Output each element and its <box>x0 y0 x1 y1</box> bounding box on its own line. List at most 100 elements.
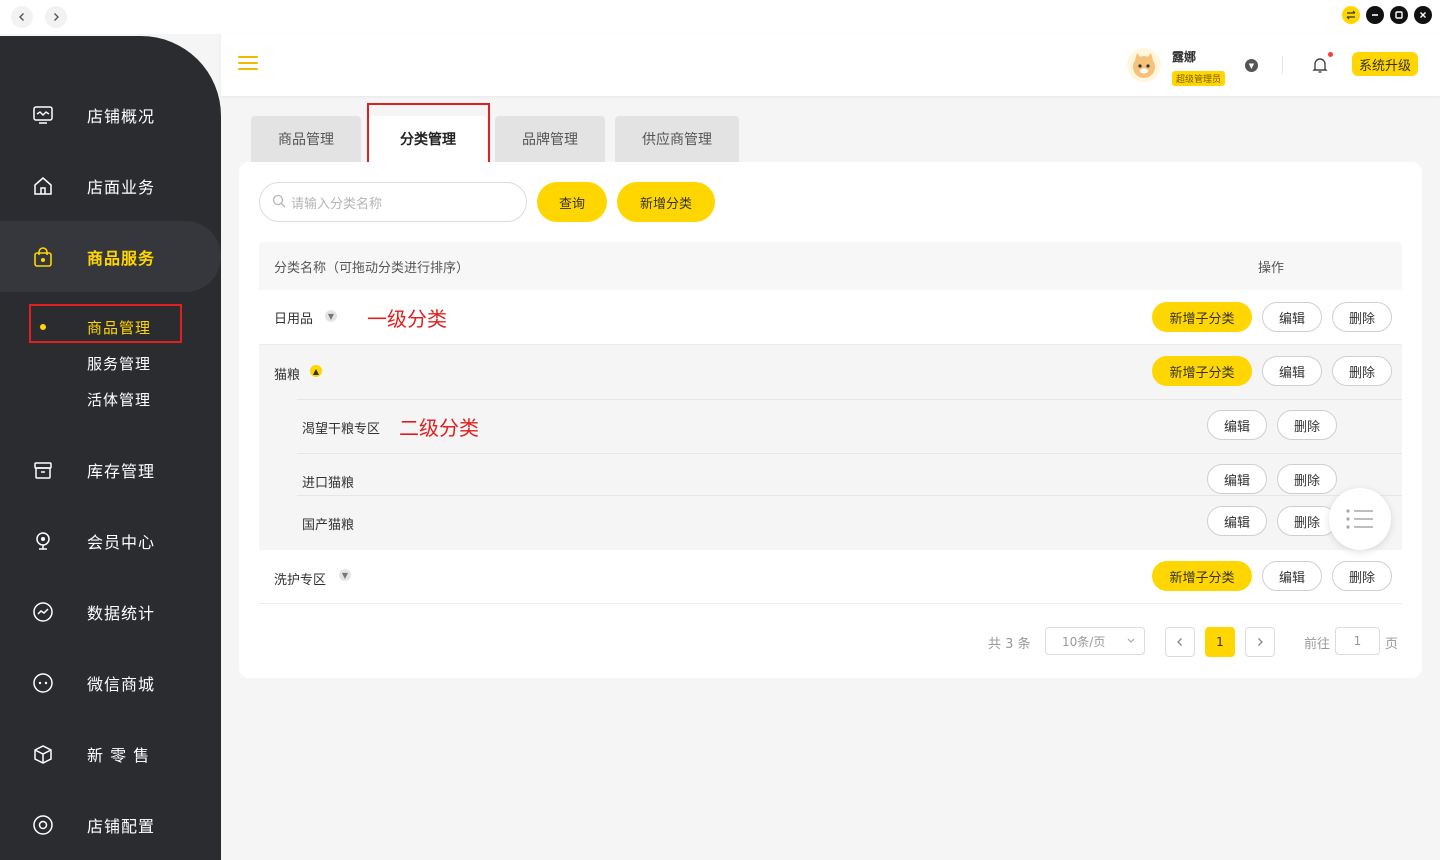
dashboard-icon <box>30 102 56 128</box>
subcategory-name: 进口猫粮 <box>302 476 355 491</box>
tab-label: 商品管理 <box>278 132 334 148</box>
swap-icon <box>1346 10 1356 20</box>
chevron-down-icon[interactable]: ▼ <box>339 569 351 581</box>
maximize-icon <box>1395 11 1403 19</box>
avatar[interactable] <box>1127 48 1161 82</box>
role-badge: 超级管理员 <box>1172 71 1226 86</box>
sidebar-subitem-live-manage[interactable]: 活体管理 <box>87 389 151 410</box>
sidebar: 店铺概况 店面业务 商品服务 商品管理 服务管理 活体管理 库存管理 会员中心 … <box>0 36 221 860</box>
column-action-header: 操作 <box>1258 261 1285 276</box>
box-icon <box>30 741 56 767</box>
chevron-down-icon[interactable]: ▼ <box>325 310 337 322</box>
sidebar-item-label: 商品服务 <box>87 248 156 268</box>
chevron-down-icon[interactable]: ▼ <box>1245 59 1258 72</box>
divider <box>1282 56 1283 74</box>
chevron-left-icon <box>1177 638 1182 646</box>
sidebar-item-store-business[interactable]: 店面业务 <box>0 150 221 221</box>
edit-button[interactable]: 编辑 <box>1207 410 1267 440</box>
header: 露娜 超级管理员 ▼ 系统升级 <box>221 34 1440 96</box>
sidebar-item-product-service[interactable]: 商品服务 <box>0 221 221 292</box>
chart-icon <box>30 599 56 625</box>
chevron-right-icon <box>1258 638 1263 646</box>
chevron-up-icon[interactable]: ▲ <box>310 365 322 377</box>
edit-button[interactable]: 编辑 <box>1207 464 1267 494</box>
delete-button[interactable]: 删除 <box>1277 464 1337 494</box>
sidebar-item-wechat-mall[interactable]: 微信商城 <box>0 647 221 718</box>
sidebar-item-label: 店面业务 <box>87 177 156 197</box>
highlight-box <box>29 304 182 343</box>
divider <box>297 495 1402 496</box>
tab-product-manage[interactable]: 商品管理 <box>251 116 361 162</box>
close-icon <box>1420 12 1426 18</box>
page-size-select[interactable]: 10条/页 <box>1045 627 1145 655</box>
delete-button[interactable]: 删除 <box>1332 356 1392 386</box>
query-button[interactable]: 查询 <box>537 182 607 222</box>
back-button[interactable] <box>11 6 33 28</box>
prev-page-button[interactable] <box>1165 627 1195 657</box>
bell-icon[interactable] <box>1312 56 1328 74</box>
chevron-right-icon <box>54 13 59 21</box>
sidebar-item-inventory[interactable]: 库存管理 <box>0 434 221 505</box>
edit-button[interactable]: 编辑 <box>1262 356 1322 386</box>
add-subcategory-button[interactable]: 新增子分类 <box>1152 561 1252 591</box>
swap-button[interactable] <box>1342 6 1360 24</box>
search-input[interactable]: 请输入分类名称 <box>259 182 527 222</box>
notification-dot <box>1328 52 1333 57</box>
chevron-down-icon <box>1126 634 1136 648</box>
forward-button[interactable] <box>45 6 67 28</box>
delete-button[interactable]: 删除 <box>1277 410 1337 440</box>
sidebar-item-statistics[interactable]: 数据统计 <box>0 576 221 647</box>
page-unit-label: 页 <box>1385 637 1399 652</box>
page-size-value: 10条/页 <box>1062 634 1106 649</box>
sidebar-item-store-config[interactable]: 店铺配置 <box>0 789 221 860</box>
maximize-button[interactable] <box>1390 6 1408 24</box>
sidebar-item-label: 微信商城 <box>87 674 156 694</box>
sidebar-item-member-center[interactable]: 会员中心 <box>0 505 221 576</box>
page-number-button[interactable]: 1 <box>1205 627 1235 657</box>
sidebar-item-label: 数据统计 <box>87 603 156 623</box>
minimize-button[interactable] <box>1366 6 1384 24</box>
next-page-button[interactable] <box>1245 627 1275 657</box>
category-name: 猫粮 <box>274 368 301 383</box>
search-placeholder: 请输入分类名称 <box>291 196 383 212</box>
list-float-button[interactable] <box>1329 488 1391 550</box>
table-row[interactable]: 洗护专区 ▼ 新增子分类 编辑 删除 <box>259 550 1402 604</box>
annotation-level1: 一级分类 <box>367 307 447 331</box>
add-subcategory-button[interactable]: 新增子分类 <box>1152 302 1252 332</box>
close-button[interactable] <box>1414 6 1432 24</box>
add-subcategory-button[interactable]: 新增子分类 <box>1152 356 1252 386</box>
table-row[interactable]: 日用品 ▼ 一级分类 新增子分类 编辑 删除 <box>259 290 1402 345</box>
user-name: 露娜 <box>1172 50 1197 64</box>
table-row-expanded: 猫粮 ▲ 新增子分类 编辑 删除 渴望干粮专区 二级分类 编辑 删除 进口猫粮 … <box>259 345 1402 550</box>
upgrade-button[interactable]: 系统升级 <box>1352 52 1419 76</box>
edit-button[interactable]: 编辑 <box>1262 561 1322 591</box>
pagination-total: 共 3 条 <box>988 637 1031 652</box>
table-header: 分类名称（可拖动分类进行排序） 操作 <box>259 242 1402 290</box>
edit-button[interactable]: 编辑 <box>1262 302 1322 332</box>
sidebar-item-label: 新 零 售 <box>87 745 151 765</box>
sidebar-subitem-service-manage[interactable]: 服务管理 <box>87 353 151 374</box>
delete-button[interactable]: 删除 <box>1332 302 1392 332</box>
add-category-button[interactable]: 新增分类 <box>617 182 715 222</box>
edit-button[interactable]: 编辑 <box>1207 506 1267 536</box>
divider <box>297 453 1402 454</box>
tab-label: 供应商管理 <box>642 132 712 148</box>
category-name: 洗护专区 <box>274 573 327 588</box>
list-icon <box>1346 509 1373 529</box>
member-icon <box>30 528 56 554</box>
tab-supplier-manage[interactable]: 供应商管理 <box>615 116 739 162</box>
delete-button[interactable]: 删除 <box>1277 506 1337 536</box>
menu-icon[interactable] <box>238 56 258 72</box>
sidebar-item-label: 店铺概况 <box>87 106 156 126</box>
sidebar-item-label: 店铺配置 <box>87 816 156 836</box>
delete-button[interactable]: 删除 <box>1332 561 1392 591</box>
sidebar-item-label: 会员中心 <box>87 532 156 552</box>
goto-page-input[interactable]: 1 <box>1335 627 1380 655</box>
sidebar-item-store-overview[interactable]: 店铺概况 <box>0 79 221 150</box>
tab-brand-manage[interactable]: 品牌管理 <box>495 116 605 162</box>
title-bar <box>0 0 1440 34</box>
tab-label: 品牌管理 <box>522 132 578 148</box>
subcategory-name: 国产猫粮 <box>302 518 355 533</box>
home-icon <box>30 173 56 199</box>
sidebar-item-new-retail[interactable]: 新 零 售 <box>0 718 221 789</box>
